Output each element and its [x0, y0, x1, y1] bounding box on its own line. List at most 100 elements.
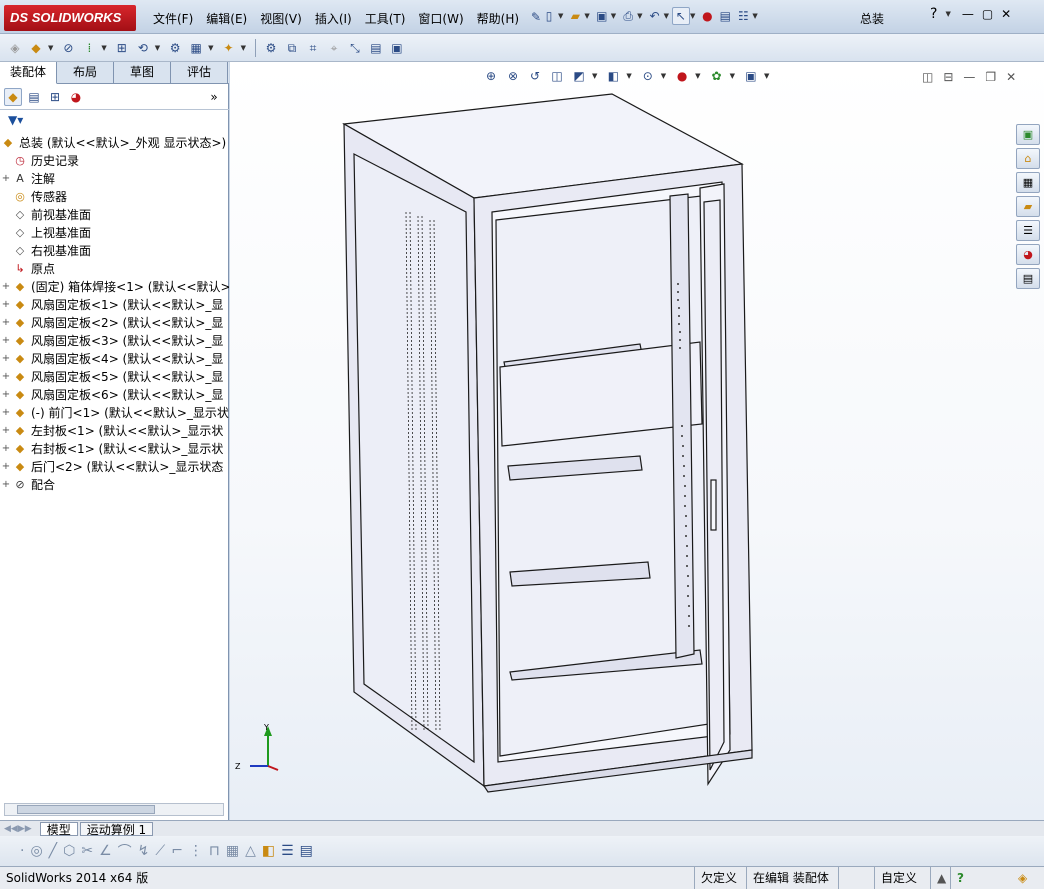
filter-icon[interactable]: ▼▾	[0, 110, 229, 130]
solidworks-logo[interactable]: DS SOLIDWORKS	[4, 5, 136, 31]
component-dropdown-icon[interactable]: ▼	[48, 44, 53, 52]
tab-motion-study[interactable]: 运动算例 1	[79, 821, 154, 837]
trim-icon[interactable]: ✂	[81, 843, 93, 859]
rotate-component-icon[interactable]: ⟲	[134, 39, 152, 57]
expand-toggle-icon[interactable]: +	[0, 314, 12, 332]
minimize-icon[interactable]: —	[962, 7, 974, 21]
tree-item[interactable]: ◇ 上视基准面	[0, 224, 229, 242]
instant3d-icon[interactable]: ⤡	[346, 39, 364, 57]
open-dropdown-icon[interactable]: ▼	[584, 12, 589, 20]
rebuild-traffic-light-icon[interactable]: ●	[698, 7, 716, 25]
display-manager-icon[interactable]: ◕	[67, 88, 85, 106]
tree-item[interactable]: + ◆ 左封板<1> (默认<<默认>_显示状	[0, 422, 229, 440]
new-document-icon[interactable]: ▯	[540, 7, 558, 25]
graphics-viewport[interactable]: ⊕ ⊗ ↺ ◫ ◩ ▼ ◧ ▼ ⊙ ▼ ● ▼ ✿ ▼ ▣ ▼ ◫ ⊟ — ❐ ✕	[230, 62, 1044, 820]
corner-icon[interactable]: ⌐	[171, 843, 183, 859]
undo-dropdown-icon[interactable]: ▼	[664, 12, 669, 20]
expand-toggle-icon[interactable]: +	[0, 350, 12, 368]
menu-insert[interactable]: 插入(I)	[310, 8, 360, 28]
expand-toggle-icon[interactable]: +	[0, 404, 12, 422]
new-part-icon[interactable]: ◆	[27, 39, 45, 57]
hline-icon[interactable]: ☰	[281, 843, 294, 859]
features-dropdown-icon[interactable]: ▼	[241, 44, 246, 52]
large-assembly-icon[interactable]: ▣	[388, 39, 406, 57]
circle-icon[interactable]: ◎	[30, 843, 42, 859]
tree-horizontal-scrollbar[interactable]	[4, 803, 224, 816]
move-component-icon[interactable]: ⊞	[113, 39, 131, 57]
home-icon[interactable]: ⌂	[1016, 148, 1040, 169]
menu-help[interactable]: 帮助(H)	[472, 8, 527, 28]
tab-layout[interactable]: 布局	[57, 62, 114, 84]
status-help-icon[interactable]: ?	[950, 867, 970, 889]
custom-properties-icon[interactable]: ▤	[1016, 268, 1040, 289]
tree-item[interactable]: ↳ 原点	[0, 260, 229, 278]
angle-icon[interactable]: ∠	[99, 843, 112, 859]
move-dropdown-icon[interactable]: ▼	[155, 44, 160, 52]
status-units[interactable]: 自定义	[874, 867, 923, 889]
tab-model[interactable]: 模型	[39, 821, 78, 837]
mirror-icon[interactable]: ⋮	[189, 843, 203, 859]
file-properties-icon[interactable]: ▤	[716, 7, 734, 25]
print-dropdown-icon[interactable]: ▼	[637, 12, 642, 20]
fillet-icon[interactable]: ⌒	[118, 841, 132, 861]
new-dropdown-icon[interactable]: ▼	[558, 12, 563, 20]
tree-item[interactable]: + ◆ (-) 前门<1> (默认<<默认>_显示状	[0, 404, 229, 422]
reference-geometry-icon[interactable]: ⚙	[262, 39, 280, 57]
mate-icon[interactable]: ⚙	[166, 39, 184, 57]
extend-icon[interactable]: ↯	[138, 843, 150, 859]
options-dropdown-icon[interactable]: ▼	[752, 12, 757, 20]
tree-item[interactable]: + ◆ 右封板<1> (默认<<默认>_显示状	[0, 440, 229, 458]
menu-view[interactable]: 视图(V)	[255, 8, 310, 28]
view-palette-icon[interactable]: ☰	[1016, 220, 1040, 241]
select-dropdown-icon[interactable]: ▼	[690, 12, 695, 20]
tree-item[interactable]: + ◆ 风扇固定板<3> (默认<<默认>_显	[0, 332, 229, 350]
tab-sketch[interactable]: 草图	[114, 62, 171, 84]
tab-evaluate[interactable]: 评估	[171, 62, 228, 84]
tree-item[interactable]: + ◆ 后门<2> (默认<<默认>_显示状态	[0, 458, 229, 476]
solidworks-resources-icon[interactable]: ▣	[1016, 124, 1040, 145]
tree-item[interactable]: + A 注解	[0, 170, 229, 188]
design-library-icon[interactable]: ▦	[1016, 172, 1040, 193]
help-question-icon[interactable]: ?	[930, 6, 937, 22]
smart-fastener-icon[interactable]: ⁞	[80, 39, 98, 57]
tree-item[interactable]: + ◆ 风扇固定板<6> (默认<<默认>_显	[0, 386, 229, 404]
status-tag-icon[interactable]: ◈	[1018, 867, 1027, 889]
tree-item[interactable]: ◇ 右视基准面	[0, 242, 229, 260]
property-manager-icon[interactable]: ▤	[25, 88, 43, 106]
assembly-features-icon[interactable]: ✦	[220, 39, 238, 57]
save-icon[interactable]: ▣	[593, 7, 611, 25]
bill-of-materials-icon[interactable]: ▤	[367, 39, 385, 57]
configuration-manager-icon[interactable]: ⊞	[46, 88, 64, 106]
expand-toggle-icon[interactable]: +	[0, 368, 12, 386]
table-icon[interactable]: ▤	[300, 843, 313, 859]
options-icon[interactable]: ☷	[734, 7, 752, 25]
restore-icon[interactable]: ▢	[982, 7, 993, 21]
expand-panel-icon[interactable]: »	[205, 88, 223, 106]
tab-assembly[interactable]: 装配体	[0, 62, 57, 84]
close-icon[interactable]: ✕	[1001, 7, 1011, 21]
menu-window[interactable]: 窗口(W)	[413, 8, 471, 28]
expand-toggle-icon[interactable]: +	[0, 332, 12, 350]
open-folder-icon[interactable]: ▰	[566, 7, 584, 25]
linear-pattern-icon[interactable]: ▦	[187, 39, 205, 57]
explode-view-icon[interactable]: ⧉	[283, 39, 301, 57]
fastener-dropdown-icon[interactable]: ▼	[101, 44, 106, 52]
tree-root[interactable]: ◆ 总装 (默认<<默认>_外观 显示状态>)	[0, 134, 229, 152]
expand-toggle-icon[interactable]: +	[0, 386, 12, 404]
clearance-verification-icon[interactable]: ⌖	[325, 39, 343, 57]
file-explorer-icon[interactable]: ▰	[1016, 196, 1040, 217]
paperclip-icon[interactable]: ⊘	[59, 39, 77, 57]
tree-item[interactable]: ◷ 历史记录	[0, 152, 229, 170]
point-icon[interactable]: ·	[20, 843, 24, 859]
tree-item[interactable]: ◎ 传感器	[0, 188, 229, 206]
grid-icon[interactable]: ▦	[226, 843, 239, 859]
tree-item[interactable]: ◇ 前视基准面	[0, 206, 229, 224]
tree-item[interactable]: + ◆ 风扇固定板<1> (默认<<默认>_显	[0, 296, 229, 314]
expand-toggle-icon[interactable]: +	[0, 422, 12, 440]
tree-item[interactable]: + ◆ 风扇固定板<4> (默认<<默认>_显	[0, 350, 229, 368]
cabinet-model[interactable]: Y Z	[230, 62, 1044, 820]
polygon-icon[interactable]: ⬡	[63, 843, 75, 859]
dimension-icon[interactable]: ⊓	[209, 843, 220, 859]
tree-item[interactable]: + ◆ 风扇固定板<2> (默认<<默认>_显	[0, 314, 229, 332]
save-dropdown-icon[interactable]: ▼	[611, 12, 616, 20]
